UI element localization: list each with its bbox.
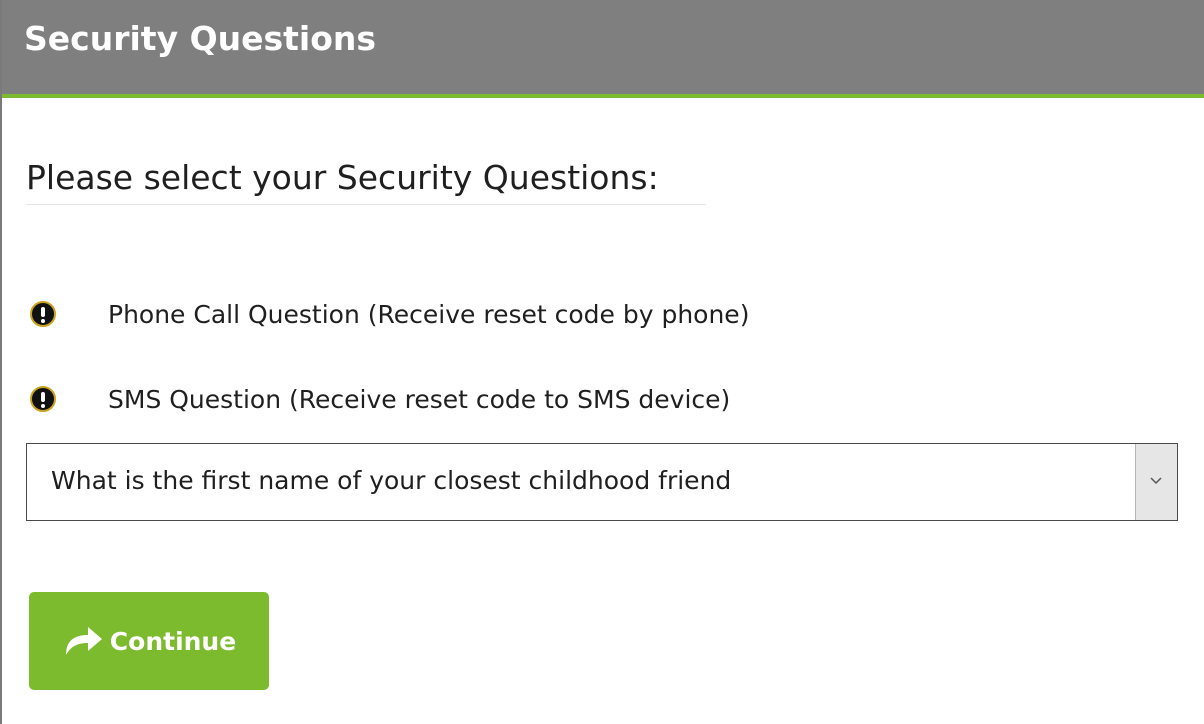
chevron-down-icon	[1150, 477, 1162, 485]
forward-arrow-icon	[65, 627, 102, 655]
dropdown-toggle[interactable]	[1135, 444, 1177, 520]
continue-button[interactable]: Continue	[29, 592, 269, 690]
warning-icon	[30, 386, 56, 412]
selected-question-value: What is the first name of your closest c…	[51, 466, 732, 495]
phone-call-question-label: Phone Call Question (Receive reset code …	[108, 299, 750, 329]
phone-call-question-option: Phone Call Question (Receive reset code …	[30, 294, 749, 334]
security-question-select[interactable]: What is the first name of your closest c…	[26, 443, 1178, 521]
page-title: Security Questions	[24, 19, 377, 58]
sms-question-option: SMS Question (Receive reset code to SMS …	[30, 379, 730, 419]
continue-button-label: Continue	[109, 626, 237, 656]
security-questions-window: Security Questions Please select your Se…	[0, 0, 1204, 724]
header-bar: Security Questions	[2, 0, 1204, 98]
warning-icon	[30, 301, 56, 327]
sms-question-label: SMS Question (Receive reset code to SMS …	[108, 384, 731, 414]
instruction-heading: Please select your Security Questions:	[26, 158, 706, 205]
